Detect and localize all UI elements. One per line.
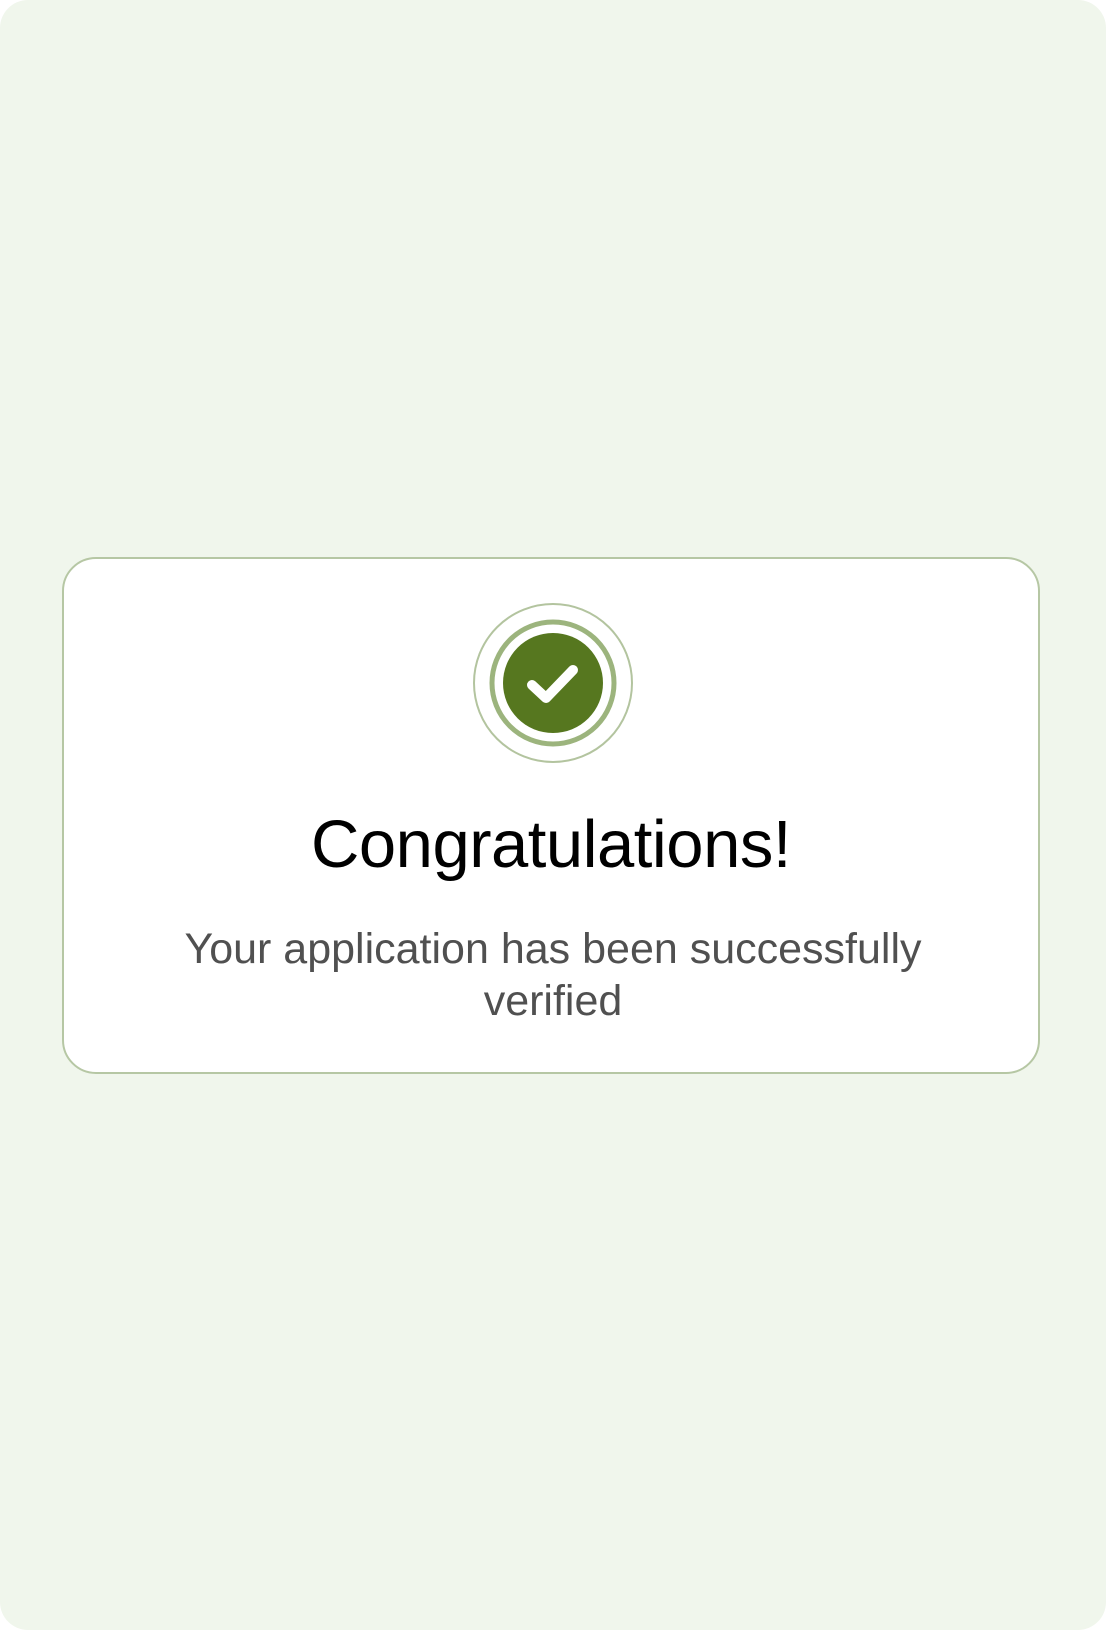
success-message: Your application has been successfully v… [184, 925, 922, 1025]
success-title: Congratulations! [311, 807, 791, 882]
check-disc [503, 633, 603, 733]
check-circle-icon [472, 602, 634, 764]
verification-success-screen: Congratulations! Your application has be… [0, 0, 1106, 1630]
success-card: Congratulations! Your application has be… [62, 557, 1040, 1074]
